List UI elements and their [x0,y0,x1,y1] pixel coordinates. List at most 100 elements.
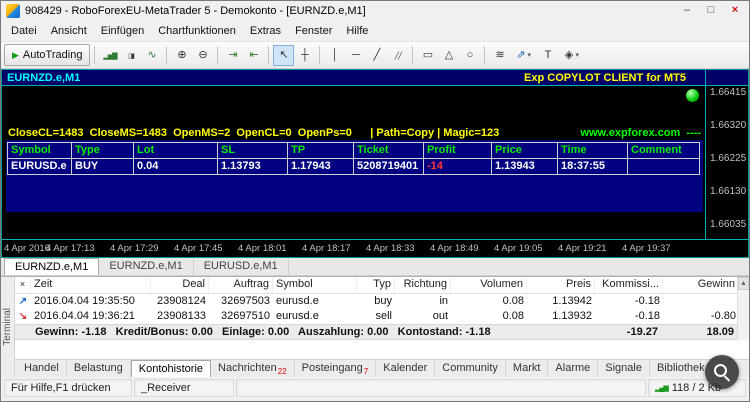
tab-nachrichten[interactable]: Nachrichten22 [211,360,295,377]
candlestick-button[interactable]: ▯▮ [120,45,141,66]
channel-icon: ╱╱ [394,52,403,60]
chart-title-strip: EURNZD.e,M1 Exp COPYLOT CLIENT for MT5 [2,70,748,86]
zoom-out-button[interactable]: ⊖ [192,45,213,66]
chart-tab-eurnzd-2[interactable]: EURNZD.e,M1 [99,258,194,275]
ea-stats-text: CloseCL=1483 CloseMS=1483 OpenMS=2 OpenC… [8,127,500,139]
horizontal-line-button[interactable]: ─ [345,45,366,66]
history-row[interactable]: ↘ 2016.04.04 19:36:21 23908133 32697510 … [15,309,737,324]
menu-fenster[interactable]: Fenster [288,21,339,41]
col-zeit[interactable]: Zeit [31,277,151,293]
tab-kontohistorie[interactable]: Kontohistorie [130,360,212,377]
col-typ[interactable]: Typ [357,277,395,293]
chevron-down-icon[interactable]: ▾ [575,51,585,59]
col-kommission[interactable]: Kommissi... [595,277,663,293]
col-deal[interactable]: Deal [151,277,209,293]
crosshair-button[interactable]: ┼ [294,45,315,66]
pos-col-tp: TP [288,143,354,159]
col-symbol[interactable]: Symbol [273,277,357,293]
col-volumen[interactable]: Volumen [451,277,527,293]
tab-signale[interactable]: Signale [598,360,650,377]
tab-community[interactable]: Community [435,360,506,377]
maximize-button[interactable]: □ [699,3,723,19]
pos-time: 18:37:55 [558,159,628,175]
triangle-button[interactable]: △ [438,45,459,66]
menu-extras[interactable]: Extras [243,21,288,41]
tab-alarme[interactable]: Alarme [548,360,599,377]
pos-col-lot: Lot [134,143,218,159]
tab-markt[interactable]: Markt [506,360,549,377]
menu-einfuegen[interactable]: Einfügen [94,21,151,41]
col-auftrag[interactable]: Auftrag [209,277,273,293]
text-tool-icon: T [544,48,552,61]
cell-richtung: out [432,310,448,322]
chart-area[interactable]: EURNZD.e,M1 Exp COPYLOT CLIENT for MT5 C… [1,69,749,258]
cell-typ: buy [374,295,392,307]
tab-label: Community [442,362,498,374]
time-label: 4 Apr 17:13 [46,243,95,254]
trendline-button[interactable]: ╱ [366,45,387,66]
trendline-icon: ╱ [373,48,381,61]
tab-kalender[interactable]: Kalender [376,360,436,377]
ea-title-label: Exp COPYLOT CLIENT for MT5 [524,72,686,84]
chart-tab-eurnzd-1[interactable]: EURNZD.e,M1 [4,258,100,275]
chart-tab-eurusd[interactable]: EURUSD.e,M1 [194,258,289,275]
tab-bibliothek[interactable]: Bibliothek [650,360,713,377]
time-label: 4 Apr 18:17 [302,243,351,254]
cell-gewinn: -0.80 [710,310,736,322]
chevron-down-icon[interactable]: ▾ [527,51,537,59]
chart-tab-bar: EURNZD.e,M1 EURNZD.e,M1 EURUSD.e,M1 [1,258,749,276]
rectangle-button[interactable]: ▭ [417,45,438,66]
chart-shift-button[interactable]: ⇤ [243,45,264,66]
unread-badge: 22 [277,367,287,377]
minimize-button[interactable]: – [675,3,699,19]
cell-preis: 1.13932 [552,310,592,322]
close-terminal-icon[interactable]: × [15,277,31,293]
time-label: 4 Apr 18:49 [430,243,479,254]
zoom-out-icon: ⊖ [198,48,208,61]
pos-col-sl: SL [218,143,288,159]
tab-handel[interactable]: Handel [17,360,67,377]
col-preis[interactable]: Preis [527,277,595,293]
ellipse-button[interactable]: ○ [459,45,480,66]
tab-belastung[interactable]: Belastung [67,360,131,377]
history-row[interactable]: ↗ 2016.04.04 19:35:50 23908124 32697503 … [15,294,737,309]
text-tool-button[interactable]: T [537,45,558,66]
terminal-scrollbar[interactable]: ▲ [737,277,749,340]
terminal-caption: Terminal [2,308,13,346]
vertical-line-button[interactable]: │ [324,45,345,66]
bar-chart-button[interactable]: ▂▅▇ [99,45,120,66]
zoom-overlay-button[interactable] [705,355,739,389]
zoom-in-button[interactable]: ⊕ [171,45,192,66]
ea-status-icon[interactable] [686,89,699,102]
autotrading-button[interactable]: ▶ AutoTrading [4,44,91,66]
auto-scroll-button[interactable]: ⇥ [222,45,243,66]
app-icon [6,4,20,18]
menu-datei[interactable]: Datei [4,21,44,41]
close-button[interactable]: × [723,3,747,19]
price-label: 1.66035 [710,219,747,230]
menu-ansicht[interactable]: Ansicht [44,21,94,41]
time-axis[interactable]: 4 Apr 2016 4 Apr 17:13 4 Apr 17:29 4 Apr… [2,240,748,257]
channel-button[interactable]: ╱╱ [387,45,408,66]
terminal-side-label: Terminal [1,277,15,377]
cell-typ: sell [375,310,392,322]
fibonacci-button[interactable]: ≋ [489,45,510,66]
price-scale[interactable]: 1.66415 1.66320 1.66225 1.66130 1.66035 [706,70,748,239]
line-chart-button[interactable]: ∿ [141,45,162,66]
summary-text: Gewinn: -1.18 Kredit/Bonus: 0.00 Einlage… [35,326,491,338]
time-label: 4 Apr 19:21 [558,243,607,254]
scroll-up-icon[interactable]: ▲ [738,277,749,290]
unread-badge: 7 [363,367,369,377]
fibonacci-icon: ≋ [495,48,505,61]
tab-posteingang[interactable]: Posteingang7 [295,360,377,377]
positions-table: Symbol Type Lot SL TP Ticket Profit Pric… [7,142,700,175]
magnifier-icon [713,363,727,377]
col-richtung[interactable]: Richtung [395,277,451,293]
menu-bar: Datei Ansicht Einfügen Chartfunktionen E… [1,21,749,42]
menu-hilfe[interactable]: Hilfe [339,21,375,41]
col-gewinn[interactable]: Gewinn [663,277,739,293]
cursor-button[interactable]: ↖ [273,44,295,66]
menu-chartfunktionen[interactable]: Chartfunktionen [151,21,243,41]
autotrading-label: AutoTrading [22,49,83,61]
cell-richtung: in [439,295,448,307]
